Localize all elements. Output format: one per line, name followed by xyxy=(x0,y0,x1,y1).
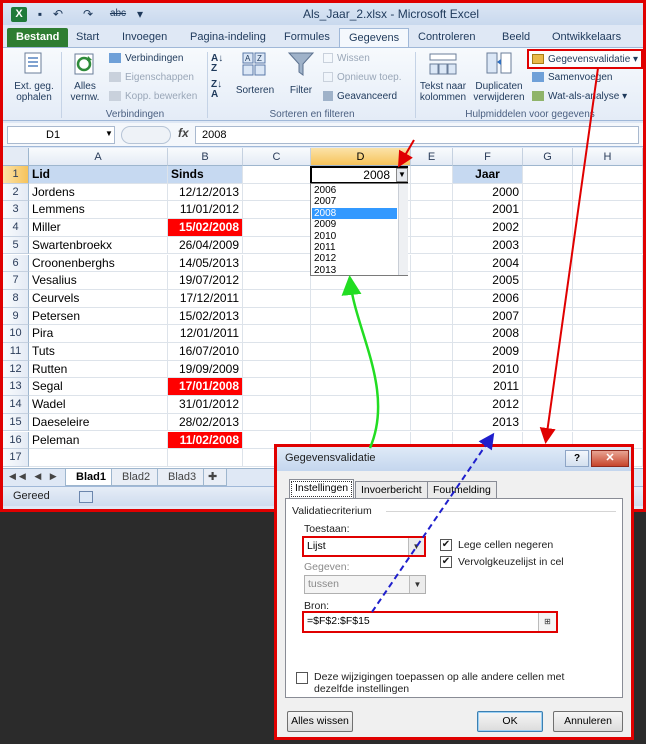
red-arrow-validation xyxy=(539,67,599,444)
annotation-arrows xyxy=(341,67,599,613)
red-arrow-dropdown xyxy=(397,139,415,168)
blue-dashed-arrow xyxy=(371,432,495,613)
green-arrow xyxy=(341,275,380,449)
